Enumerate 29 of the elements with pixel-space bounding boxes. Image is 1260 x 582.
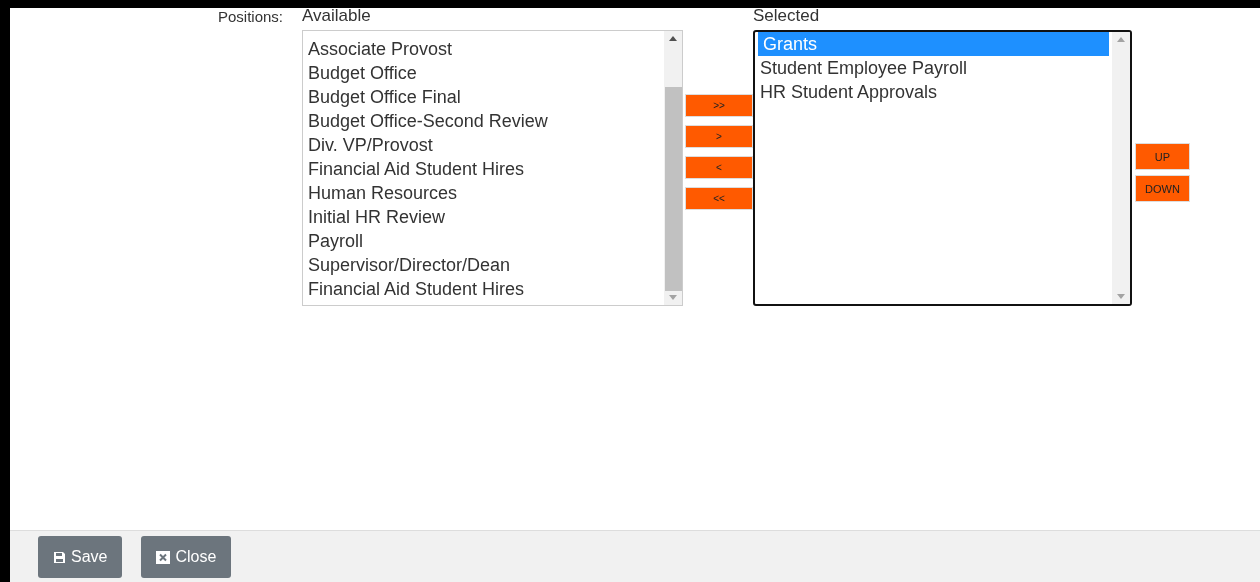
list-option[interactable]: Financial Aid Student Hires bbox=[303, 157, 664, 181]
transfer-button[interactable]: > bbox=[685, 125, 753, 148]
close-icon bbox=[156, 550, 171, 564]
order-button[interactable]: DOWN bbox=[1135, 175, 1190, 202]
transfer-button[interactable]: >> bbox=[685, 94, 753, 117]
list-option[interactable]: Div. VP/Provost bbox=[303, 133, 664, 157]
save-button[interactable]: Save bbox=[38, 536, 123, 578]
scrollbar-thumb[interactable] bbox=[664, 87, 682, 291]
order-button[interactable]: UP bbox=[1135, 143, 1190, 170]
list-option[interactable]: Budget Office-Second Review bbox=[303, 109, 664, 133]
list-box[interactable] bbox=[302, 30, 683, 306]
list-heading: Selected bbox=[753, 8, 821, 27]
list-option[interactable]: Supervisor/Director/Dean bbox=[303, 253, 664, 277]
list-option[interactable]: Budget Office Final bbox=[303, 85, 664, 109]
list-option[interactable]: Associate Provost bbox=[303, 37, 664, 61]
transfer-button[interactable]: < bbox=[685, 156, 753, 179]
list-option[interactable]: Human Resources bbox=[303, 181, 664, 205]
list-box[interactable]: Grants Student Employee Payroll HR Student Approvals bbox=[753, 30, 1132, 306]
list-option[interactable]: Initial HR Review bbox=[303, 205, 664, 229]
close-button[interactable]: Close bbox=[141, 536, 232, 578]
list-option[interactable]: Financial Aid Student Hires bbox=[303, 277, 664, 301]
list-option[interactable]: Budget Office bbox=[303, 61, 664, 85]
save-icon bbox=[53, 550, 66, 564]
list-option[interactable]: Payroll bbox=[303, 229, 664, 253]
list-option[interactable]: Student Employee Payroll bbox=[755, 56, 1112, 80]
list-option[interactable]: HR Student Approvals bbox=[755, 80, 1112, 104]
field-label: Positions: bbox=[216, 8, 284, 27]
list-heading: Available bbox=[302, 8, 372, 27]
transfer-button[interactable]: << bbox=[685, 187, 753, 210]
